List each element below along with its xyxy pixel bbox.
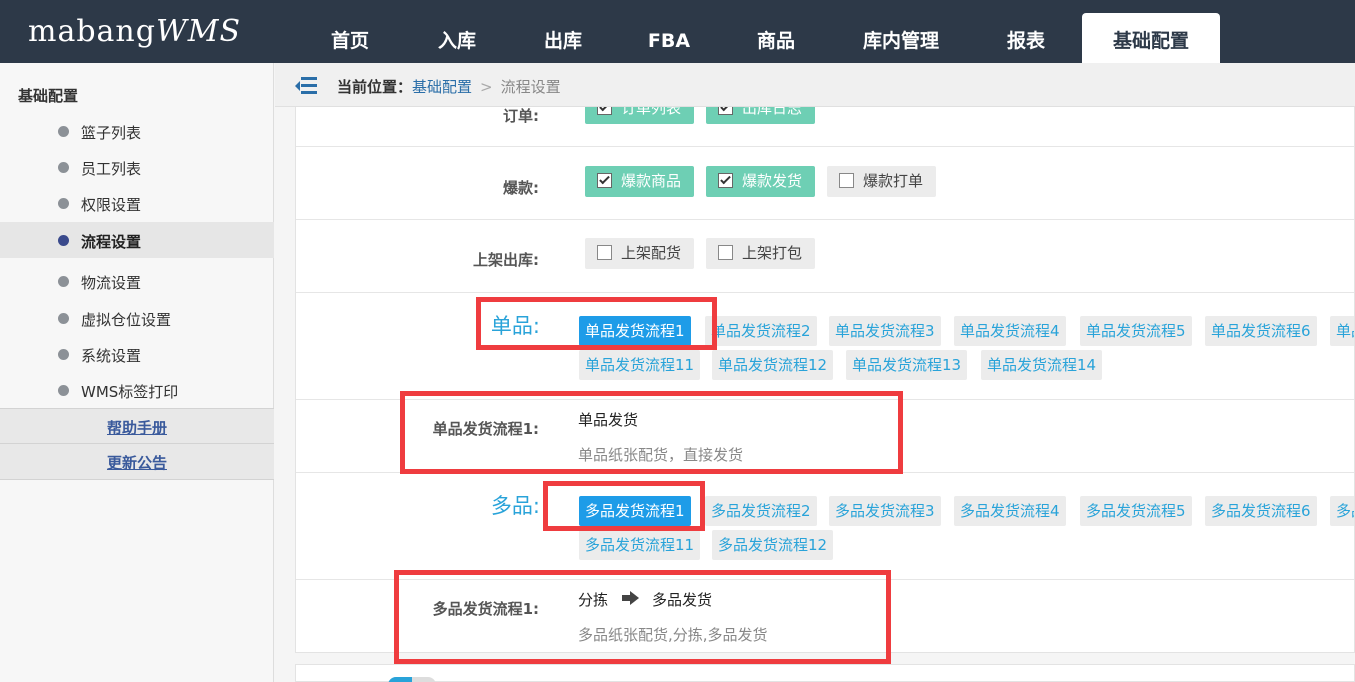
sidebar-item-permissions[interactable]: 权限设置 [0, 186, 274, 220]
bullet-icon [58, 313, 69, 324]
single-detail-step: 单品发货 [578, 411, 639, 429]
breadcrumb: 当前位置：基础配置 > 流程设置 [337, 76, 561, 97]
single-flow-6[interactable]: 单品发货流程6 [1205, 316, 1317, 346]
top-navbar: mabangWMS 首页 入库 出库 FBA 商品 库内管理 报表 基础配置 [0, 0, 1355, 63]
single-flow-5[interactable]: 单品发货流程5 [1080, 316, 1192, 346]
nav-warehouse-mgmt[interactable]: 库内管理 [830, 13, 972, 63]
nav-outbound[interactable]: 出库 [510, 13, 616, 63]
checkbox-icon [718, 244, 733, 260]
single-flow-1[interactable]: 单品发货流程1 [579, 316, 691, 346]
single-flow-14[interactable]: 单品发货流程14 [981, 350, 1103, 380]
single-flow-11[interactable]: 单品发货流程11 [579, 350, 701, 380]
section-toggle[interactable] [388, 677, 436, 682]
nav-products[interactable]: 商品 [722, 13, 830, 63]
order-row-label: 订单: [503, 107, 539, 125]
sidebar-item-baskets[interactable]: 篮子列表 [0, 114, 274, 148]
multi-flow-label: 多品: [490, 494, 540, 518]
nav-reports[interactable]: 报表 [972, 13, 1080, 63]
single-flow-3[interactable]: 单品发货流程3 [829, 316, 941, 346]
shelf-picking-checkbox[interactable]: 上架配货 [585, 238, 695, 269]
menu-toggle-icon[interactable] [295, 77, 317, 94]
shelf-packing-checkbox[interactable]: 上架打包 [706, 238, 816, 269]
single-flow-12[interactable]: 单品发货流程12 [712, 350, 834, 380]
single-flow-7[interactable]: 单品 [1330, 316, 1354, 346]
hot-shipping-checkbox[interactable]: 爆款发货 [706, 166, 816, 197]
arrow-right-icon [622, 591, 640, 605]
single-flow-2[interactable]: 单品发货流程2 [705, 316, 817, 346]
sidebar-item-staff[interactable]: 员工列表 [0, 150, 274, 184]
bullet-icon [58, 385, 69, 396]
multi-detail-desc: 多品纸张配货,分拣,多品发货 [578, 626, 768, 644]
single-flow-13[interactable]: 单品发货流程13 [846, 350, 968, 380]
hot-row-label: 爆款: [503, 179, 539, 197]
checkbox-icon [718, 172, 733, 188]
multi-flow-4[interactable]: 多品发货流程4 [954, 496, 1066, 526]
checkbox-icon [597, 107, 612, 115]
sidebar: 基础配置 篮子列表 员工列表 权限设置 流程设置 物流设置 虚拟仓位设置 系统设… [0, 63, 274, 682]
help-manual-link[interactable]: 帮助手册 [0, 408, 274, 444]
checkbox-icon [597, 172, 612, 188]
process-settings-panel: 订单: 订单列表 出库日志 爆款: 爆款商品 爆款发货 爆款打单 上架出库: 上… [295, 107, 1355, 653]
sidebar-item-label-print[interactable]: WMS标签打印 [0, 373, 274, 407]
app-logo[interactable]: mabangWMS [28, 14, 241, 49]
multi-flow-11[interactable]: 多品发货流程11 [579, 530, 701, 560]
multi-detail-label: 多品发货流程1: [432, 600, 539, 618]
breadcrumb-parent-link[interactable]: 基础配置 [412, 78, 472, 96]
order-list-checkbox[interactable]: 订单列表 [585, 107, 695, 124]
checkbox-icon [597, 244, 612, 260]
single-flow-label: 单品: [490, 314, 540, 338]
hot-products-checkbox[interactable]: 爆款商品 [585, 166, 695, 197]
checkbox-icon [839, 172, 854, 188]
next-section-panel [295, 664, 1355, 682]
bullet-icon [58, 198, 69, 209]
checkbox-icon [718, 107, 733, 115]
breadcrumb-separator: > [480, 78, 493, 96]
multi-flow-6[interactable]: 多品发货流程6 [1205, 496, 1317, 526]
multi-flow-7[interactable]: 多品 [1330, 496, 1354, 526]
bullet-icon [58, 349, 69, 360]
multi-detail-step-ship: 多品发货 [652, 591, 713, 609]
multi-flow-3[interactable]: 多品发货流程3 [829, 496, 941, 526]
nav-home[interactable]: 首页 [296, 13, 404, 63]
multi-detail-step-sort: 分拣 [578, 591, 609, 609]
single-flow-4[interactable]: 单品发货流程4 [954, 316, 1066, 346]
nav-fba[interactable]: FBA [616, 13, 722, 63]
sidebar-item-logistics[interactable]: 物流设置 [0, 264, 274, 298]
multi-flow-2[interactable]: 多品发货流程2 [705, 496, 817, 526]
outbound-log-checkbox[interactable]: 出库日志 [706, 107, 816, 124]
breadcrumb-bar: 当前位置：基础配置 > 流程设置 [275, 63, 1355, 107]
multi-flow-12[interactable]: 多品发货流程12 [712, 530, 834, 560]
sidebar-title: 基础配置 [18, 87, 79, 105]
hot-print-checkbox[interactable]: 爆款打单 [827, 166, 937, 197]
multi-flow-1[interactable]: 多品发货流程1 [579, 496, 691, 526]
bullet-icon [58, 235, 69, 246]
shelf-row-label: 上架出库: [473, 251, 539, 269]
nav-basic-config[interactable]: 基础配置 [1082, 13, 1220, 63]
multi-flow-5[interactable]: 多品发货流程5 [1080, 496, 1192, 526]
sidebar-item-system[interactable]: 系统设置 [0, 337, 274, 371]
breadcrumb-current: 流程设置 [500, 78, 561, 96]
bullet-icon [58, 276, 69, 287]
release-notes-link[interactable]: 更新公告 [0, 444, 274, 480]
bullet-icon [58, 126, 69, 137]
breadcrumb-prefix: 当前位置： [337, 78, 413, 96]
single-detail-desc: 单品纸张配货，直接发货 [578, 446, 744, 464]
nav-inbound[interactable]: 入库 [404, 13, 510, 63]
sidebar-item-virtual-location[interactable]: 虚拟仓位设置 [0, 301, 274, 335]
sidebar-item-process[interactable]: 流程设置 [0, 222, 274, 258]
single-detail-label: 单品发货流程1: [432, 420, 539, 438]
bullet-icon [58, 162, 69, 173]
